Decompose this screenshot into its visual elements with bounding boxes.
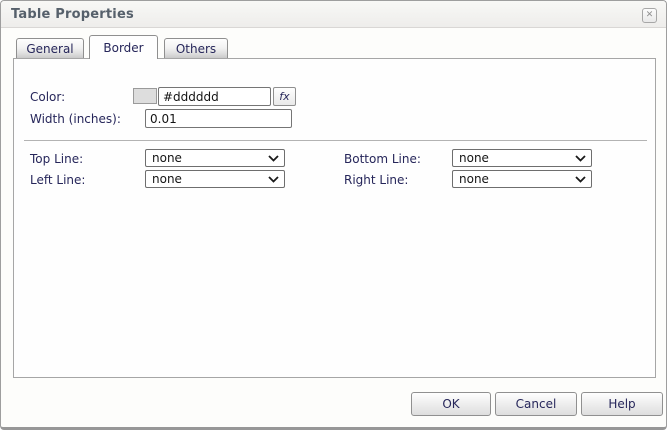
tab-border-label: Border: [103, 41, 143, 55]
left-line-value: none: [152, 172, 182, 186]
fx-icon: fx: [279, 90, 289, 103]
title-bar: Table Properties ✕: [1, 1, 666, 28]
close-button[interactable]: ✕: [642, 8, 657, 23]
chevron-down-icon: [268, 176, 279, 183]
close-icon: ✕: [646, 11, 654, 20]
ok-button[interactable]: OK: [411, 392, 491, 416]
right-line-select[interactable]: none: [452, 170, 592, 188]
color-swatch[interactable]: [133, 88, 157, 104]
tab-general[interactable]: General: [16, 38, 84, 59]
help-button[interactable]: Help: [581, 392, 663, 416]
right-line-value: none: [459, 172, 489, 186]
top-line-label: Top Line:: [30, 152, 83, 166]
separator-line: [24, 140, 647, 141]
top-line-value: none: [152, 151, 182, 165]
color-input[interactable]: [158, 87, 271, 106]
table-properties-dialog: Table Properties ✕ General Border Others…: [0, 0, 667, 430]
top-line-select[interactable]: none: [145, 149, 285, 167]
dialog-title: Table Properties: [11, 7, 134, 22]
chevron-down-icon: [575, 176, 586, 183]
ok-button-label: OK: [442, 397, 459, 411]
width-input[interactable]: [145, 109, 292, 128]
cancel-button[interactable]: Cancel: [495, 392, 577, 416]
tab-others-label: Others: [176, 42, 216, 56]
cancel-button-label: Cancel: [516, 397, 557, 411]
left-line-select[interactable]: none: [145, 170, 285, 188]
tab-others[interactable]: Others: [164, 38, 228, 59]
bottom-line-select[interactable]: none: [452, 149, 592, 167]
right-line-label: Right Line:: [344, 173, 408, 187]
bottom-line-value: none: [459, 151, 489, 165]
bottom-line-label: Bottom Line:: [344, 152, 421, 166]
width-label: Width (inches):: [30, 112, 121, 126]
chevron-down-icon: [575, 155, 586, 162]
help-button-label: Help: [608, 397, 635, 411]
border-tab-panel: Color: fx Width (inches): Top Line: none…: [13, 58, 656, 378]
left-line-label: Left Line:: [30, 173, 85, 187]
fx-button[interactable]: fx: [273, 87, 296, 106]
color-label: Color:: [30, 90, 65, 104]
tab-border[interactable]: Border: [89, 35, 158, 59]
tab-general-label: General: [26, 42, 73, 56]
chevron-down-icon: [268, 155, 279, 162]
